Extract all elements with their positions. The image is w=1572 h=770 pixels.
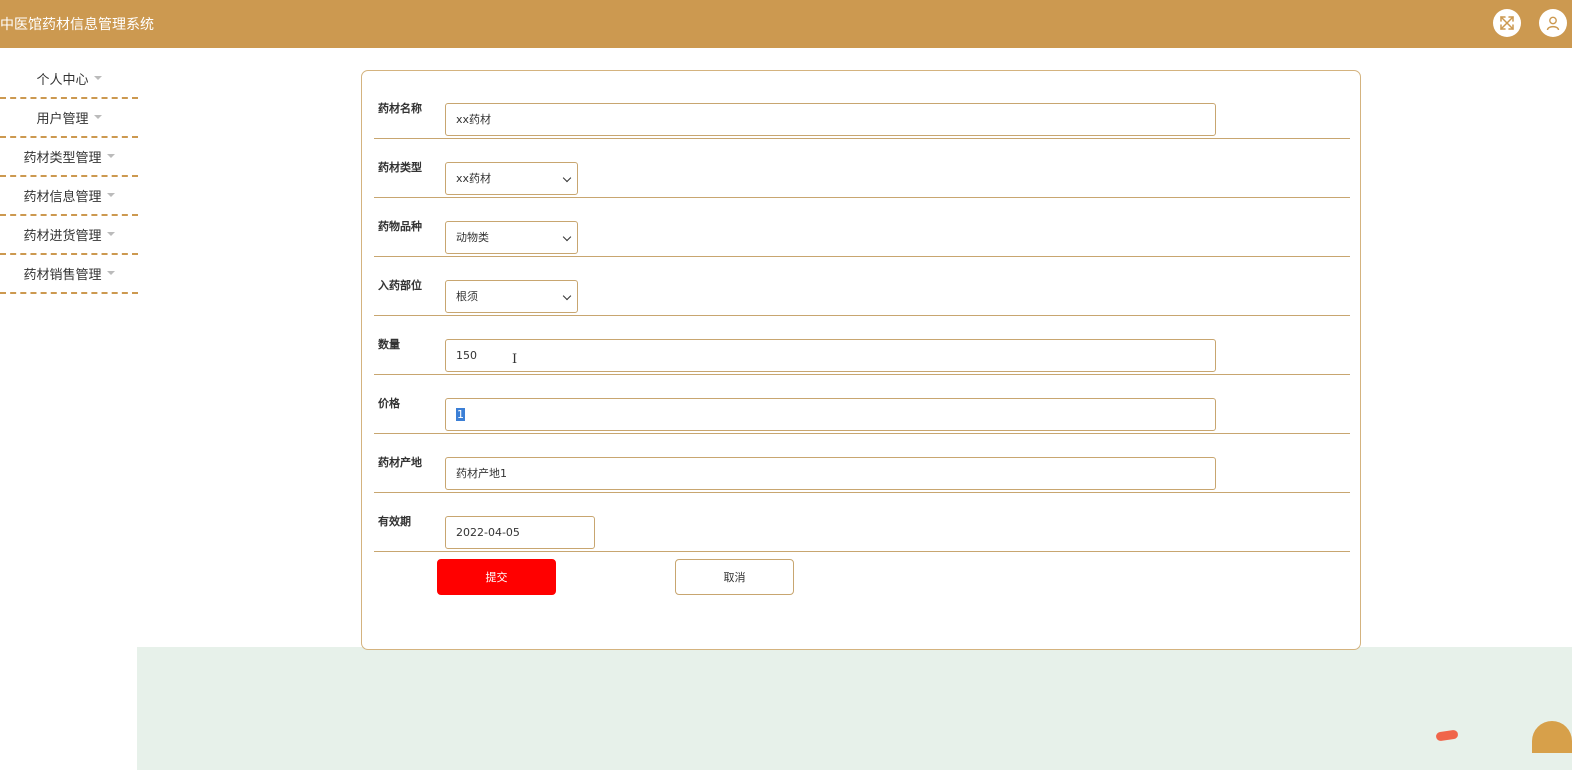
chevron-down-icon [562, 232, 572, 242]
user-icon [1546, 16, 1560, 31]
chevron-down-icon [562, 291, 572, 301]
caret-down-icon [93, 75, 102, 80]
fullscreen-button[interactable] [1493, 9, 1521, 37]
form-row-medicinal-part: 入药部位 根须 [374, 256, 1350, 316]
text-cursor-icon: I [512, 352, 518, 367]
caret-down-icon [106, 270, 115, 275]
sidebar-item-label: 药材销售管理 [23, 268, 102, 283]
sidebar-item-herb-sales-management[interactable]: 药材销售管理 [0, 255, 138, 294]
expand-icon [1500, 16, 1514, 30]
field-label: 有效期 [378, 515, 411, 528]
user-menu-button[interactable] [1539, 9, 1567, 37]
sidebar-item-label: 个人中心 [36, 73, 89, 88]
decoration-shape [1532, 721, 1572, 753]
medicinal-part-select[interactable]: 根须 [445, 280, 578, 313]
expiry-date-value: 2022-04-05 [456, 526, 520, 539]
field-label: 药物品种 [378, 220, 422, 233]
form-row-herb-variety: 药物品种 动物类 [374, 197, 1350, 257]
app-title: 中医馆药材信息管理系统 [0, 17, 154, 33]
medicinal-part-value: 根须 [456, 290, 478, 303]
sidebar-item-label: 药材信息管理 [23, 190, 102, 205]
field-label: 入药部位 [378, 279, 422, 292]
sidebar-item-label: 药材类型管理 [23, 151, 102, 166]
form-row-quantity: 数量 150 [374, 315, 1350, 375]
caret-down-icon [106, 153, 115, 158]
origin-input[interactable]: 药材产地1 [445, 457, 1216, 490]
herb-name-value: xx药材 [456, 113, 492, 126]
herb-name-input[interactable]: xx药材 [445, 103, 1216, 136]
origin-value: 药材产地1 [456, 467, 507, 480]
cancel-button[interactable]: 取消 [675, 559, 794, 595]
sidebar-item-user-management[interactable]: 用户管理 [0, 99, 138, 138]
field-label: 药材类型 [378, 161, 422, 174]
herb-variety-select[interactable]: 动物类 [445, 221, 578, 254]
form-row-herb-type: 药材类型 xx药材 [374, 138, 1350, 198]
form-row-herb-name: 药材名称 xx药材 [374, 79, 1350, 139]
sidebar-item-herb-purchase-management[interactable]: 药材进货管理 [0, 216, 138, 255]
field-label: 数量 [378, 338, 400, 351]
field-label: 药材名称 [378, 102, 422, 115]
price-input[interactable]: 1 [445, 398, 1216, 431]
herb-type-value: xx药材 [456, 172, 492, 185]
sidebar-item-personal-center[interactable]: 个人中心 [0, 60, 138, 99]
sidebar-item-label: 用户管理 [36, 112, 89, 127]
expiry-date-input[interactable]: 2022-04-05 [445, 516, 595, 549]
caret-down-icon [93, 114, 102, 119]
field-label: 价格 [378, 397, 400, 410]
herb-edit-form: 药材名称 xx药材 药材类型 xx药材 药物品种 动物类 入药部位 根须 数量 … [361, 70, 1361, 650]
sidebar: 个人中心 用户管理 药材类型管理 药材信息管理 药材进货管理 药材销售管理 [0, 60, 138, 294]
background-illustration [137, 647, 1572, 770]
quantity-input[interactable]: 150 [445, 339, 1216, 372]
quantity-value: 150 [456, 349, 477, 362]
price-value: 1 [456, 408, 465, 421]
sidebar-item-label: 药材进货管理 [23, 229, 102, 244]
herb-type-select[interactable]: xx药材 [445, 162, 578, 195]
sidebar-item-herb-type-management[interactable]: 药材类型管理 [0, 138, 138, 177]
chevron-down-icon [562, 173, 572, 183]
submit-button[interactable]: 提交 [437, 559, 556, 595]
caret-down-icon [106, 192, 115, 197]
form-row-origin: 药材产地 药材产地1 [374, 433, 1350, 493]
sidebar-item-herb-info-management[interactable]: 药材信息管理 [0, 177, 138, 216]
form-row-expiry-date: 有效期 2022-04-05 [374, 492, 1350, 552]
field-label: 药材产地 [378, 456, 422, 469]
form-row-price: 价格 1 [374, 374, 1350, 434]
caret-down-icon [106, 231, 115, 236]
herb-variety-value: 动物类 [456, 231, 489, 244]
top-header: 中医馆药材信息管理系统 [0, 0, 1572, 48]
